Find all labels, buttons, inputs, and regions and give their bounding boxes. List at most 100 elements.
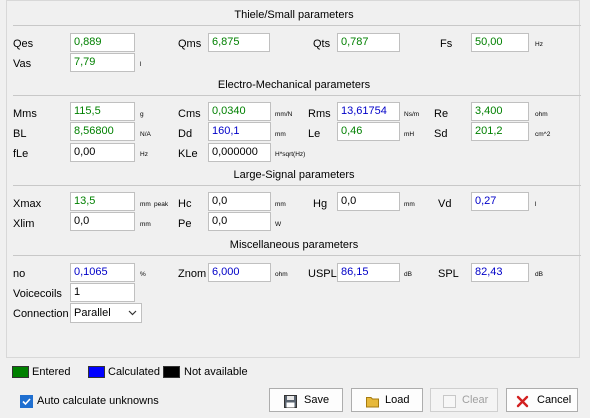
- hg-unit: mm: [404, 201, 415, 208]
- znom-unit: ohm: [275, 271, 288, 278]
- hc-label: Hc: [178, 198, 192, 210]
- fs-field[interactable]: 50,00: [471, 33, 529, 52]
- auto-calc-checkbox[interactable]: [20, 395, 33, 408]
- voicecoils-field[interactable]: 1: [70, 283, 135, 302]
- re-label: Re: [434, 108, 449, 120]
- section-title-electro: Electro-Mechanical parameters: [217, 79, 371, 91]
- spl-unit: dB: [535, 271, 543, 278]
- xmax-unit-peak: peak: [154, 201, 169, 208]
- le-field[interactable]: 0,46: [337, 122, 400, 141]
- xmax-label: Xmax: [13, 198, 42, 210]
- znom-label: Znom: [178, 268, 207, 280]
- section-title-thiele: Thiele/Small parameters: [234, 9, 354, 21]
- fle-unit: Hz: [140, 151, 148, 158]
- connection-select[interactable]: Parallel: [70, 303, 142, 323]
- legend-not-available-label: Not available: [184, 366, 248, 378]
- xlim-unit: mm: [140, 221, 151, 228]
- rms-unit: Ns/m: [404, 111, 420, 118]
- check-icon: [21, 398, 32, 410]
- kle-field[interactable]: 0,000000: [208, 143, 271, 162]
- bl-unit: N/A: [140, 131, 151, 138]
- qts-label: Qts: [313, 38, 331, 50]
- floppy-disk-icon: [284, 394, 297, 408]
- spl-field[interactable]: 82,43: [471, 263, 529, 282]
- dd-label: Dd: [178, 128, 193, 140]
- legend-entered-label: Entered: [32, 366, 71, 378]
- cms-unit: mm/N: [275, 111, 293, 118]
- no-field[interactable]: 0,1065: [70, 263, 135, 282]
- voicecoils-label: Voicecoils: [13, 288, 62, 300]
- connection-label: Connection: [13, 308, 69, 320]
- mms-label: Mms: [13, 108, 37, 120]
- cancel-button[interactable]: Cancel: [506, 388, 578, 412]
- hg-field[interactable]: 0,0: [337, 192, 400, 211]
- bl-field[interactable]: 8,56800: [70, 122, 135, 141]
- xlim-label: Xlim: [13, 218, 35, 230]
- divider: [13, 95, 581, 96]
- sd-field[interactable]: 201,2: [471, 122, 529, 141]
- parameters-panel: Thiele/Small parameters Qes 0,889 Qms 6,…: [6, 0, 581, 358]
- kle-label: KLe: [178, 148, 198, 160]
- le-label: Le: [308, 128, 321, 140]
- pe-label: Pe: [178, 218, 192, 230]
- divider: [13, 25, 581, 26]
- fle-field[interactable]: 0,00: [70, 143, 135, 162]
- pe-unit: W: [275, 221, 282, 228]
- qes-label: Qes: [13, 38, 34, 50]
- qms-field[interactable]: 6,875: [208, 33, 270, 52]
- clear-button[interactable]: Clear: [430, 388, 498, 412]
- legend-calculated-label: Calculated: [108, 366, 160, 378]
- dd-field[interactable]: 160,1: [208, 122, 271, 141]
- xmax-unit: mm: [140, 201, 151, 208]
- divider: [13, 185, 581, 186]
- red-x-icon: [516, 394, 529, 408]
- legend-swatch-not-available: [163, 366, 180, 378]
- cms-label: Cms: [178, 108, 201, 120]
- divider: [13, 255, 581, 256]
- vas-field[interactable]: 7,79: [70, 53, 135, 72]
- no-unit: %: [140, 271, 146, 278]
- uspl-label: USPL: [308, 268, 337, 280]
- sd-label: Sd: [434, 128, 448, 140]
- chevron-down-icon: [128, 304, 137, 328]
- dd-unit: mm: [275, 131, 286, 138]
- re-field[interactable]: 3,400: [471, 102, 529, 121]
- clear-button-label: Clear: [462, 394, 489, 406]
- znom-field[interactable]: 6,000: [208, 263, 271, 282]
- cancel-button-label: Cancel: [537, 394, 572, 406]
- qts-field[interactable]: 0,787: [337, 33, 400, 52]
- connection-value: Parallel: [74, 307, 111, 319]
- vd-unit: l: [535, 201, 537, 208]
- kle-unit: H*sqrt(Hz): [275, 151, 306, 158]
- save-button[interactable]: Save: [269, 388, 343, 412]
- vd-field[interactable]: 0,27: [471, 192, 529, 211]
- bl-label: BL: [13, 128, 27, 140]
- xlim-field[interactable]: 0,0: [70, 212, 135, 231]
- re-unit: ohm: [535, 111, 548, 118]
- eraser-icon: [443, 394, 456, 408]
- legend-swatch-calculated: [88, 366, 105, 378]
- folder-icon: [366, 394, 379, 408]
- rms-field[interactable]: 13,61754: [337, 102, 400, 121]
- legend-swatch-entered: [12, 366, 29, 378]
- mms-field[interactable]: 115,5: [70, 102, 135, 121]
- cms-field[interactable]: 0,0340: [208, 102, 271, 121]
- load-button[interactable]: Load: [351, 388, 423, 412]
- uspl-unit: dB: [404, 271, 412, 278]
- uspl-field[interactable]: 86,15: [337, 263, 400, 282]
- fs-unit: Hz: [535, 41, 543, 48]
- hc-unit: mm: [275, 201, 286, 208]
- no-label: no: [13, 268, 26, 280]
- xmax-field[interactable]: 13,5: [70, 192, 135, 211]
- hg-label: Hg: [313, 198, 328, 210]
- vd-label: Vd: [438, 198, 452, 210]
- hc-field[interactable]: 0,0: [208, 192, 271, 211]
- fle-label: fLe: [13, 148, 29, 160]
- qes-field[interactable]: 0,889: [70, 33, 135, 52]
- load-button-label: Load: [385, 394, 410, 406]
- qms-label: Qms: [178, 38, 202, 50]
- section-title-large-signal: Large-Signal parameters: [233, 169, 355, 181]
- auto-calc-label: Auto calculate unknowns: [37, 395, 159, 407]
- pe-field[interactable]: 0,0: [208, 212, 271, 231]
- mms-unit: g: [140, 111, 144, 118]
